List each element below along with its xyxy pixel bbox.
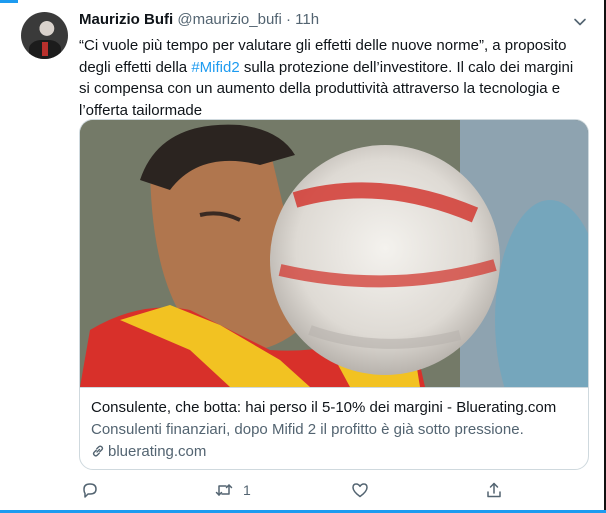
action-bar: 1 <box>79 478 587 502</box>
avatar[interactable] <box>21 12 68 59</box>
retweet-button[interactable]: 1 <box>215 478 251 502</box>
card-domain: bluerating.com <box>91 442 206 462</box>
tweet-time[interactable]: 11h <box>295 11 319 28</box>
card-description: Consulenti finanziari, dopo Mifid 2 il p… <box>91 421 524 438</box>
like-icon <box>352 483 368 498</box>
chevron-down-icon[interactable] <box>573 15 587 29</box>
card-image[interactable] <box>80 120 588 387</box>
card-domain-text: bluerating.com <box>108 443 207 460</box>
like-button[interactable] <box>351 478 379 502</box>
retweet-icon <box>215 484 233 496</box>
share-icon <box>487 482 501 498</box>
author-handle[interactable]: @maurizio_bufi <box>177 11 281 28</box>
reply-button[interactable] <box>81 478 109 502</box>
football-photo <box>80 120 588 387</box>
tweet-text: “Ci vuole più tempo per valutare gli eff… <box>79 35 579 121</box>
retweet-count: 1 <box>243 482 251 498</box>
tweet-header: Maurizio Bufi @maurizio_bufi · 11h <box>79 10 319 30</box>
hashtag-link[interactable]: #Mifid2 <box>191 59 239 76</box>
author-name[interactable]: Maurizio Bufi <box>79 11 173 28</box>
reply-icon <box>83 483 97 498</box>
share-button[interactable] <box>485 478 513 502</box>
link-card[interactable]: Consulente, che botta: hai perso il 5-10… <box>79 119 589 470</box>
avatar-tie <box>42 42 48 56</box>
separator-dot: · <box>285 11 291 28</box>
card-body[interactable]: Consulente, che botta: hai perso il 5-10… <box>80 387 588 469</box>
tweet[interactable]: Maurizio Bufi @maurizio_bufi · 11h “Ci v… <box>0 0 604 510</box>
card-title[interactable]: Consulente, che botta: hai perso il 5-10… <box>91 398 556 418</box>
link-icon <box>92 445 104 457</box>
